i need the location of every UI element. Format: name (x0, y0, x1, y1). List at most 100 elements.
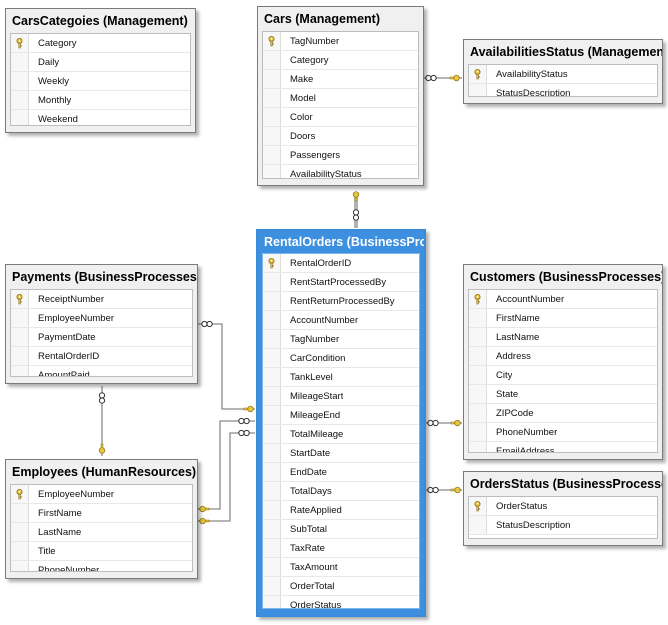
row-selector[interactable] (11, 290, 29, 308)
column-row[interactable]: Address (469, 347, 657, 366)
column-row[interactable]: Doors (263, 127, 418, 146)
column-row[interactable]: TagNumber (263, 32, 418, 51)
column-row[interactable]: OrderStatus (263, 596, 419, 608)
row-selector[interactable] (469, 84, 487, 96)
column-row[interactable]: TankLevel (263, 368, 419, 387)
column-row[interactable]: StatusDescription (469, 516, 657, 535)
row-selector[interactable] (469, 423, 487, 441)
row-selector[interactable] (469, 309, 487, 327)
row-selector[interactable] (263, 539, 281, 557)
row-selector[interactable] (263, 311, 281, 329)
table-carscategoies[interactable]: CarsCategoies (Management) Category Daily W… (5, 8, 196, 133)
row-selector[interactable] (11, 366, 29, 376)
row-selector[interactable] (263, 406, 281, 424)
column-row[interactable]: RentReturnProcessedBy (263, 292, 419, 311)
row-selector[interactable] (263, 89, 281, 107)
table-payments[interactable]: Payments (BusinessProcesses) ReceiptNumbe… (5, 264, 198, 384)
relationship-rentalorders-employees-return[interactable] (198, 432, 255, 522)
table-title[interactable]: CarsCategoies (Management) (6, 9, 195, 33)
column-row[interactable]: FirstName (11, 504, 192, 523)
row-selector[interactable] (263, 520, 281, 538)
column-row[interactable]: MileageStart (263, 387, 419, 406)
row-selector[interactable] (11, 542, 29, 560)
column-row[interactable]: StartDate (263, 444, 419, 463)
row-selector[interactable] (469, 328, 487, 346)
column-row[interactable]: FirstName (469, 309, 657, 328)
table-title[interactable]: Customers (BusinessProcesses) (464, 265, 662, 289)
column-row[interactable]: EmployeeNumber (11, 309, 192, 328)
table-ordersstatus[interactable]: OrdersStatus (BusinessProcesses) OrderSta… (463, 471, 663, 546)
column-row[interactable]: Monthly (11, 91, 190, 110)
column-row[interactable]: City (469, 366, 657, 385)
column-row[interactable]: TagNumber (263, 330, 419, 349)
column-row[interactable]: TotalMileage (263, 425, 419, 444)
column-row[interactable]: TaxAmount (263, 558, 419, 577)
row-selector[interactable] (11, 309, 29, 327)
row-selector[interactable] (263, 330, 281, 348)
column-row[interactable]: Color (263, 108, 418, 127)
row-selector[interactable] (263, 108, 281, 126)
column-row[interactable]: Passengers (263, 146, 418, 165)
row-selector[interactable] (11, 53, 29, 71)
column-row[interactable]: Model (263, 89, 418, 108)
column-row[interactable]: State (469, 385, 657, 404)
column-row[interactable]: Make (263, 70, 418, 89)
row-selector[interactable] (469, 404, 487, 422)
column-row[interactable]: PhoneNumber (11, 561, 192, 571)
row-selector[interactable] (263, 51, 281, 69)
column-row[interactable]: OrderTotal (263, 577, 419, 596)
column-row[interactable]: EndDate (263, 463, 419, 482)
row-selector[interactable] (263, 32, 281, 50)
row-selector[interactable] (469, 442, 487, 452)
row-selector[interactable] (11, 504, 29, 522)
row-selector[interactable] (263, 127, 281, 145)
row-selector[interactable] (263, 596, 281, 608)
row-selector[interactable] (11, 72, 29, 90)
table-title[interactable]: AvailabilitiesStatus (Management) (464, 40, 662, 64)
row-selector[interactable] (263, 349, 281, 367)
row-selector[interactable] (263, 558, 281, 576)
row-selector[interactable] (263, 387, 281, 405)
column-row[interactable]: PhoneNumber (469, 423, 657, 442)
table-cars[interactable]: Cars (Management) TagNumber Category Make Mo… (257, 6, 424, 186)
column-row[interactable]: Weekly (11, 72, 190, 91)
row-selector[interactable] (11, 485, 29, 503)
column-row[interactable]: MileageEnd (263, 406, 419, 425)
column-row[interactable]: EmailAddress (469, 442, 657, 452)
column-row[interactable]: AccountNumber (469, 290, 657, 309)
column-row[interactable]: OrderStatus (469, 497, 657, 516)
table-title[interactable]: OrdersStatus (BusinessProcesses) (464, 472, 662, 496)
column-row[interactable]: Weekend (11, 110, 190, 125)
column-row[interactable]: AvailabilityStatus (263, 165, 418, 178)
row-selector[interactable] (263, 273, 281, 291)
row-selector[interactable] (263, 254, 281, 272)
row-selector[interactable] (469, 497, 487, 515)
row-selector[interactable] (469, 516, 487, 534)
column-row[interactable]: ZIPCode (469, 404, 657, 423)
column-row[interactable]: ReceiptNumber (11, 290, 192, 309)
row-selector[interactable] (11, 347, 29, 365)
row-selector[interactable] (263, 501, 281, 519)
row-selector[interactable] (263, 482, 281, 500)
column-row[interactable]: RateApplied (263, 501, 419, 520)
column-row[interactable]: RentalOrderID (263, 254, 419, 273)
row-selector[interactable] (469, 65, 487, 83)
row-selector[interactable] (11, 34, 29, 52)
column-row[interactable]: AccountNumber (263, 311, 419, 330)
table-title[interactable]: Cars (Management) (258, 7, 423, 31)
table-employees[interactable]: Employees (HumanResources) EmployeeNumber… (5, 459, 198, 579)
column-row[interactable]: StatusDescription (469, 84, 657, 96)
column-row[interactable]: TaxRate (263, 539, 419, 558)
table-customers[interactable]: Customers (BusinessProcesses) AccountNumb… (463, 264, 663, 460)
column-row[interactable]: RentStartProcessedBy (263, 273, 419, 292)
column-row[interactable]: CarCondition (263, 349, 419, 368)
row-selector[interactable] (469, 290, 487, 308)
row-selector[interactable] (469, 347, 487, 365)
row-selector[interactable] (11, 110, 29, 125)
row-selector[interactable] (11, 523, 29, 541)
row-selector[interactable] (263, 577, 281, 595)
table-title[interactable]: RentalOrders (BusinessProc (258, 231, 424, 253)
column-row[interactable]: Category (11, 34, 190, 53)
column-row[interactable]: Category (263, 51, 418, 70)
row-selector[interactable] (263, 444, 281, 462)
